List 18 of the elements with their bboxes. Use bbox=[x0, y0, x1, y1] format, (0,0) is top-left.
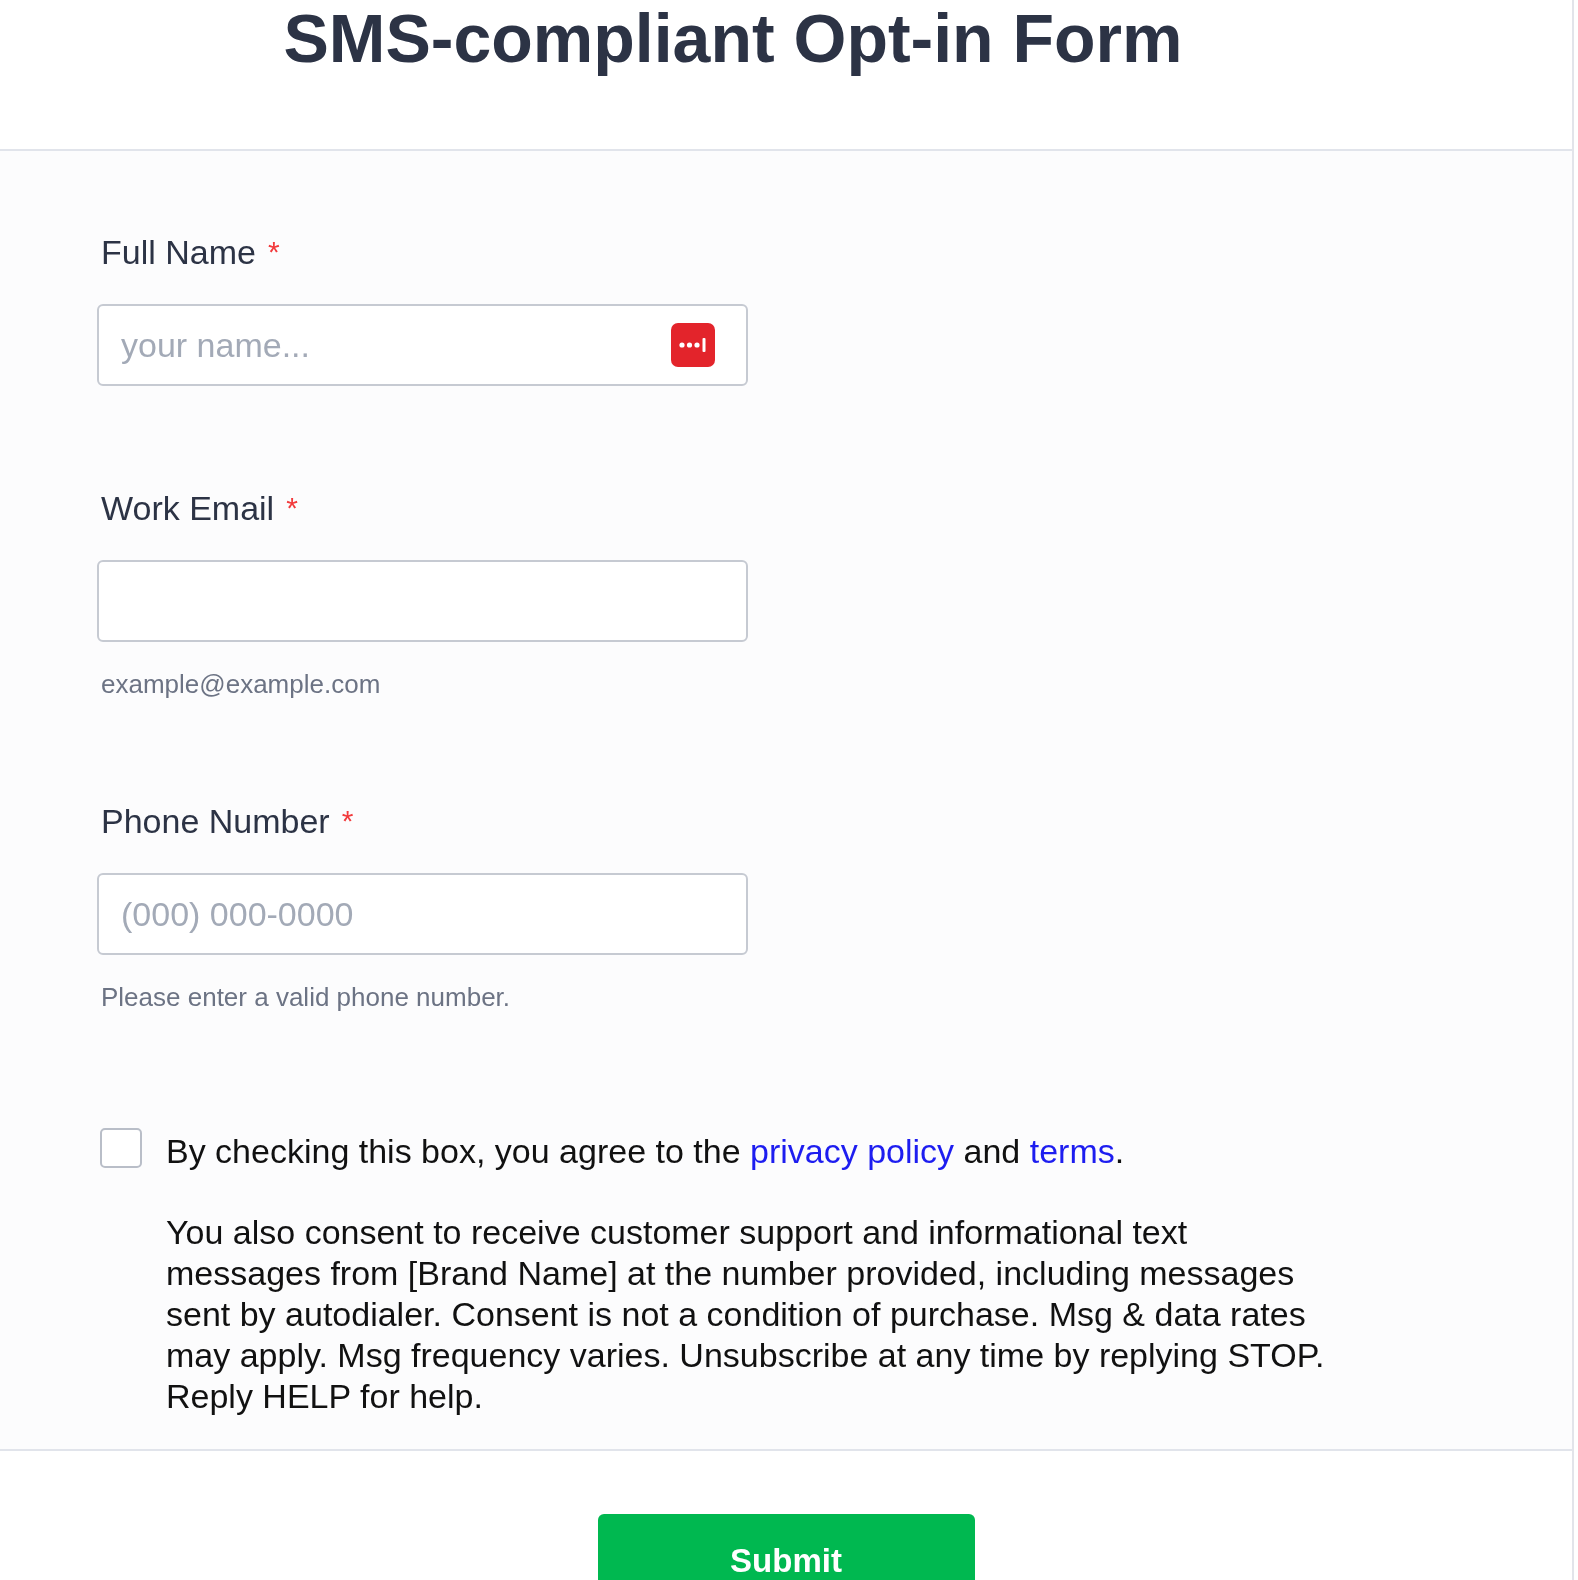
input-field[interactable]: (000) 000-0000 bbox=[97, 873, 748, 955]
field-hint: Please enter a valid phone number. bbox=[100, 982, 511, 1012]
consent-checkbox[interactable] bbox=[100, 1128, 142, 1168]
field-label: Work Email bbox=[101, 488, 275, 528]
policy-link[interactable]: terms bbox=[1029, 1132, 1115, 1170]
field-label: Phone Number bbox=[101, 801, 330, 841]
ellipsis-badge-icon[interactable] bbox=[671, 323, 715, 367]
field-label: Full Name bbox=[101, 232, 256, 272]
form-title: SMS-compliant Opt-in Form bbox=[283, 0, 1183, 77]
field-hint: example@example.com bbox=[100, 669, 381, 699]
required-asterisk: * bbox=[267, 234, 280, 270]
policy-link[interactable]: privacy policy bbox=[750, 1132, 955, 1170]
input-field[interactable] bbox=[97, 560, 748, 642]
consent-statement: By checking this box, you agree to the privacy policy and terms. bbox=[166, 1131, 1125, 1172]
required-asterisk: * bbox=[286, 490, 298, 526]
input-field[interactable]: your name... bbox=[97, 304, 748, 386]
consent-disclosure: You also consent to receive customer support and informational text messages from [Brand Name] at the number provided, including messages sent by autodialer. Consent is not a condition of purchase. Msg & data rates may apply. Msg frequency varies. Unsubscribe at any time by replying STOP. Reply HELP for help. bbox=[166, 1212, 1326, 1417]
required-asterisk: * bbox=[341, 803, 354, 839]
